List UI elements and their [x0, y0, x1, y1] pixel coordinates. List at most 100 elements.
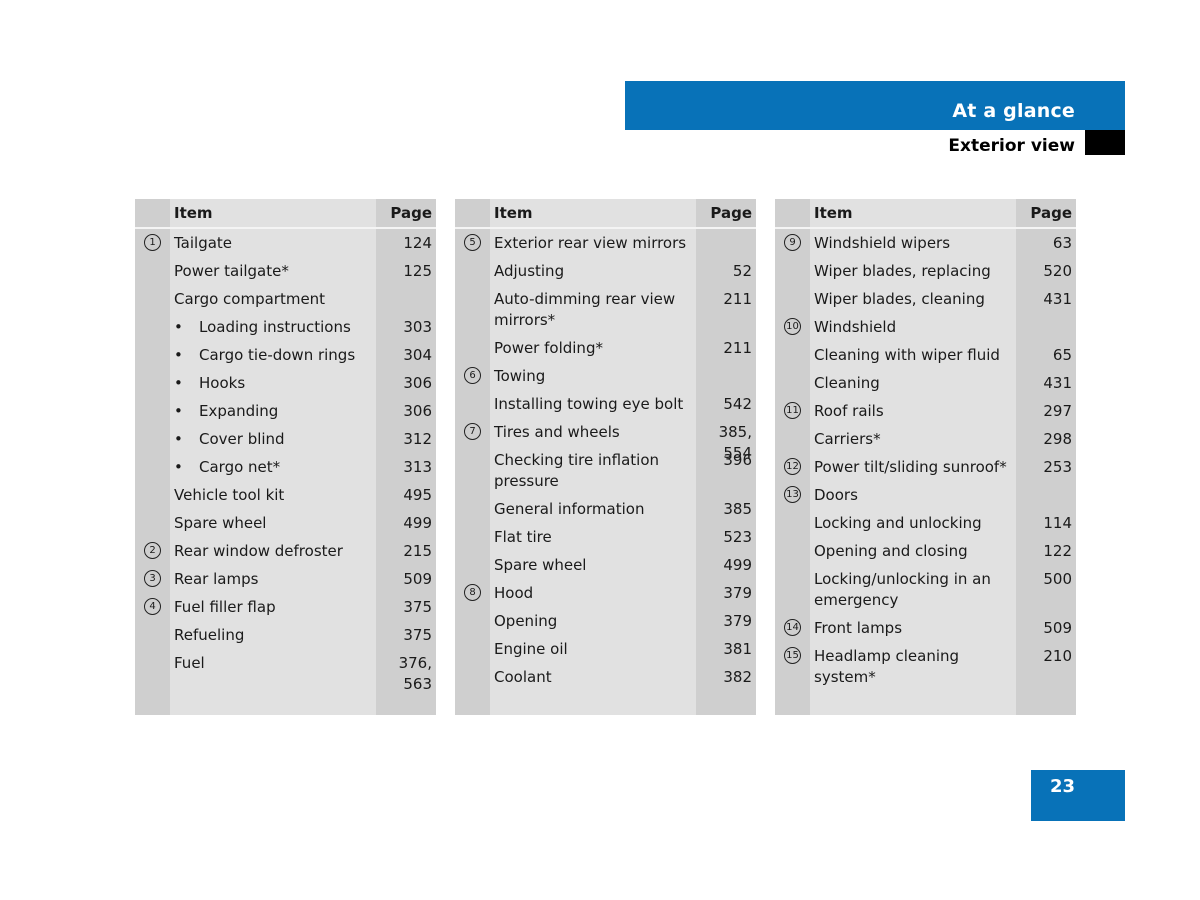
page-header: Page: [710, 204, 752, 222]
table-rows: 1 Tailgate 124 Power tailgate* 125 Cargo comp…: [135, 229, 436, 693]
table-row: Locking and unlocking 114: [775, 509, 1076, 537]
callout-number-icon: 5: [464, 234, 481, 251]
callout-number-icon: 15: [784, 647, 801, 664]
page-reference[interactable]: 509: [1020, 618, 1072, 639]
item-label: Fuel filler flap: [174, 597, 276, 616]
item-label: Doors: [814, 485, 858, 504]
page-reference[interactable]: 125: [380, 261, 432, 282]
table-row: Loading instructions 303: [135, 313, 436, 341]
item-label: Wiper blades, cleaning: [814, 289, 985, 308]
table-row: Hooks 306: [135, 369, 436, 397]
table-row: Locking/unlocking in an emergency 500: [775, 565, 1076, 614]
table-row: 2 Rear window defroster 215: [135, 537, 436, 565]
page-reference[interactable]: 122: [1020, 541, 1072, 562]
item-label: Carriers*: [814, 429, 881, 448]
page-reference[interactable]: 379: [700, 583, 752, 604]
callout-number-icon: 4: [144, 598, 161, 615]
page-reference[interactable]: 306: [380, 401, 432, 422]
page-reference[interactable]: 520: [1020, 261, 1072, 282]
page-reference[interactable]: 495: [380, 485, 432, 506]
bullet-item-label: Hooks: [174, 373, 370, 394]
item-label: Installing towing eye bolt: [494, 394, 684, 413]
table-row: Cargo net* 313: [135, 453, 436, 481]
page-reference[interactable]: 211: [700, 289, 752, 310]
table-header: Item Page: [775, 199, 1076, 229]
item-label: Spare wheel: [174, 513, 267, 532]
page-reference[interactable]: 312: [380, 429, 432, 450]
page-reference[interactable]: 298: [1020, 429, 1072, 450]
table-row: Power tailgate* 125: [135, 257, 436, 285]
table-row: Installing towing eye bolt 542: [455, 390, 756, 418]
bullet-item-label: Cargo net*: [174, 457, 370, 478]
page-reference[interactable]: 124: [380, 233, 432, 254]
item-header: Item: [174, 204, 213, 222]
page-reference[interactable]: 297: [1020, 401, 1072, 422]
page-reference[interactable]: 306: [380, 373, 432, 394]
page-reference[interactable]: 63: [1020, 233, 1072, 254]
page-reference[interactable]: 375: [380, 625, 432, 646]
item-label: Fuel: [174, 653, 205, 672]
table-row: 3 Rear lamps 509: [135, 565, 436, 593]
index-table-3: Item Page 9 Windshield wipers 63 Wiper blad…: [775, 199, 1076, 715]
item-label: Windshield wipers: [814, 233, 951, 252]
callout-number-icon: 10: [784, 318, 801, 335]
page-reference[interactable]: 375: [380, 597, 432, 618]
page-reference[interactable]: 211: [700, 338, 752, 359]
callout-number-icon: 14: [784, 619, 801, 636]
item-label: Coolant: [494, 667, 552, 686]
page-reference[interactable]: 431: [1020, 289, 1072, 310]
table-row: Opening and closing 122: [775, 537, 1076, 565]
table-row: 15 Headlamp cleaning system* 210: [775, 642, 1076, 691]
item-label: Opening and closing: [814, 541, 968, 560]
table-row: Spare wheel 499: [455, 551, 756, 579]
item-label: Cleaning: [814, 373, 880, 392]
item-label: Refueling: [174, 625, 245, 644]
table-row: Adjusting 52: [455, 257, 756, 285]
subsection-marker: [1085, 130, 1125, 155]
page-reference[interactable]: 385: [700, 499, 752, 520]
table-row: 5 Exterior rear view mirrors: [455, 229, 756, 257]
item-label: Spare wheel: [494, 555, 587, 574]
page-reference[interactable]: 215: [380, 541, 432, 562]
table-row: 11 Roof rails 297: [775, 397, 1076, 425]
page-reference[interactable]: 499: [380, 513, 432, 534]
table-row: Auto-dimming rear view mirrors* 211: [455, 285, 756, 334]
page-reference[interactable]: 523: [700, 527, 752, 548]
page-reference[interactable]: 542: [700, 394, 752, 415]
table-header: Item Page: [455, 199, 756, 229]
table-row: 8 Hood 379: [455, 579, 756, 607]
page-reference[interactable]: 210: [1020, 646, 1072, 667]
page-reference[interactable]: 499: [700, 555, 752, 576]
page-reference[interactable]: 65: [1020, 345, 1072, 366]
item-label: Wiper blades, replacing: [814, 261, 991, 280]
bullet-item-label: Expanding: [174, 401, 370, 422]
page-reference[interactable]: 303: [380, 317, 432, 338]
page-reference[interactable]: 114: [1020, 513, 1072, 534]
page-reference[interactable]: 431: [1020, 373, 1072, 394]
section-header-bar: At a glance: [625, 81, 1125, 130]
page-reference[interactable]: 381: [700, 639, 752, 660]
item-label: Exterior rear view mirrors: [494, 233, 687, 252]
table-row: 9 Windshield wipers 63: [775, 229, 1076, 257]
page-reference[interactable]: 253: [1020, 457, 1072, 478]
table-row: Flat tire 523: [455, 523, 756, 551]
item-label: Roof rails: [814, 401, 884, 420]
page-reference[interactable]: 500: [1020, 569, 1072, 590]
page-reference[interactable]: 382: [700, 667, 752, 688]
item-label: Engine oil: [494, 639, 568, 658]
page-reference[interactable]: 396: [700, 450, 752, 471]
page-reference[interactable]: 313: [380, 457, 432, 478]
table-row: Refueling 375: [135, 621, 436, 649]
callout-number-icon: 9: [784, 234, 801, 251]
table-row: Expanding 306: [135, 397, 436, 425]
page-reference[interactable]: 52: [700, 261, 752, 282]
page-reference[interactable]: 376, 563: [380, 653, 432, 695]
item-label: Hood: [494, 583, 534, 602]
table-row: 4 Fuel filler flap 375: [135, 593, 436, 621]
page-reference[interactable]: 379: [700, 611, 752, 632]
page-reference[interactable]: 509: [380, 569, 432, 590]
table-row: Cover blind 312: [135, 425, 436, 453]
item-label: Checking tire inflation pressure: [494, 450, 660, 490]
page-reference[interactable]: 304: [380, 345, 432, 366]
item-label: Opening: [494, 611, 558, 630]
